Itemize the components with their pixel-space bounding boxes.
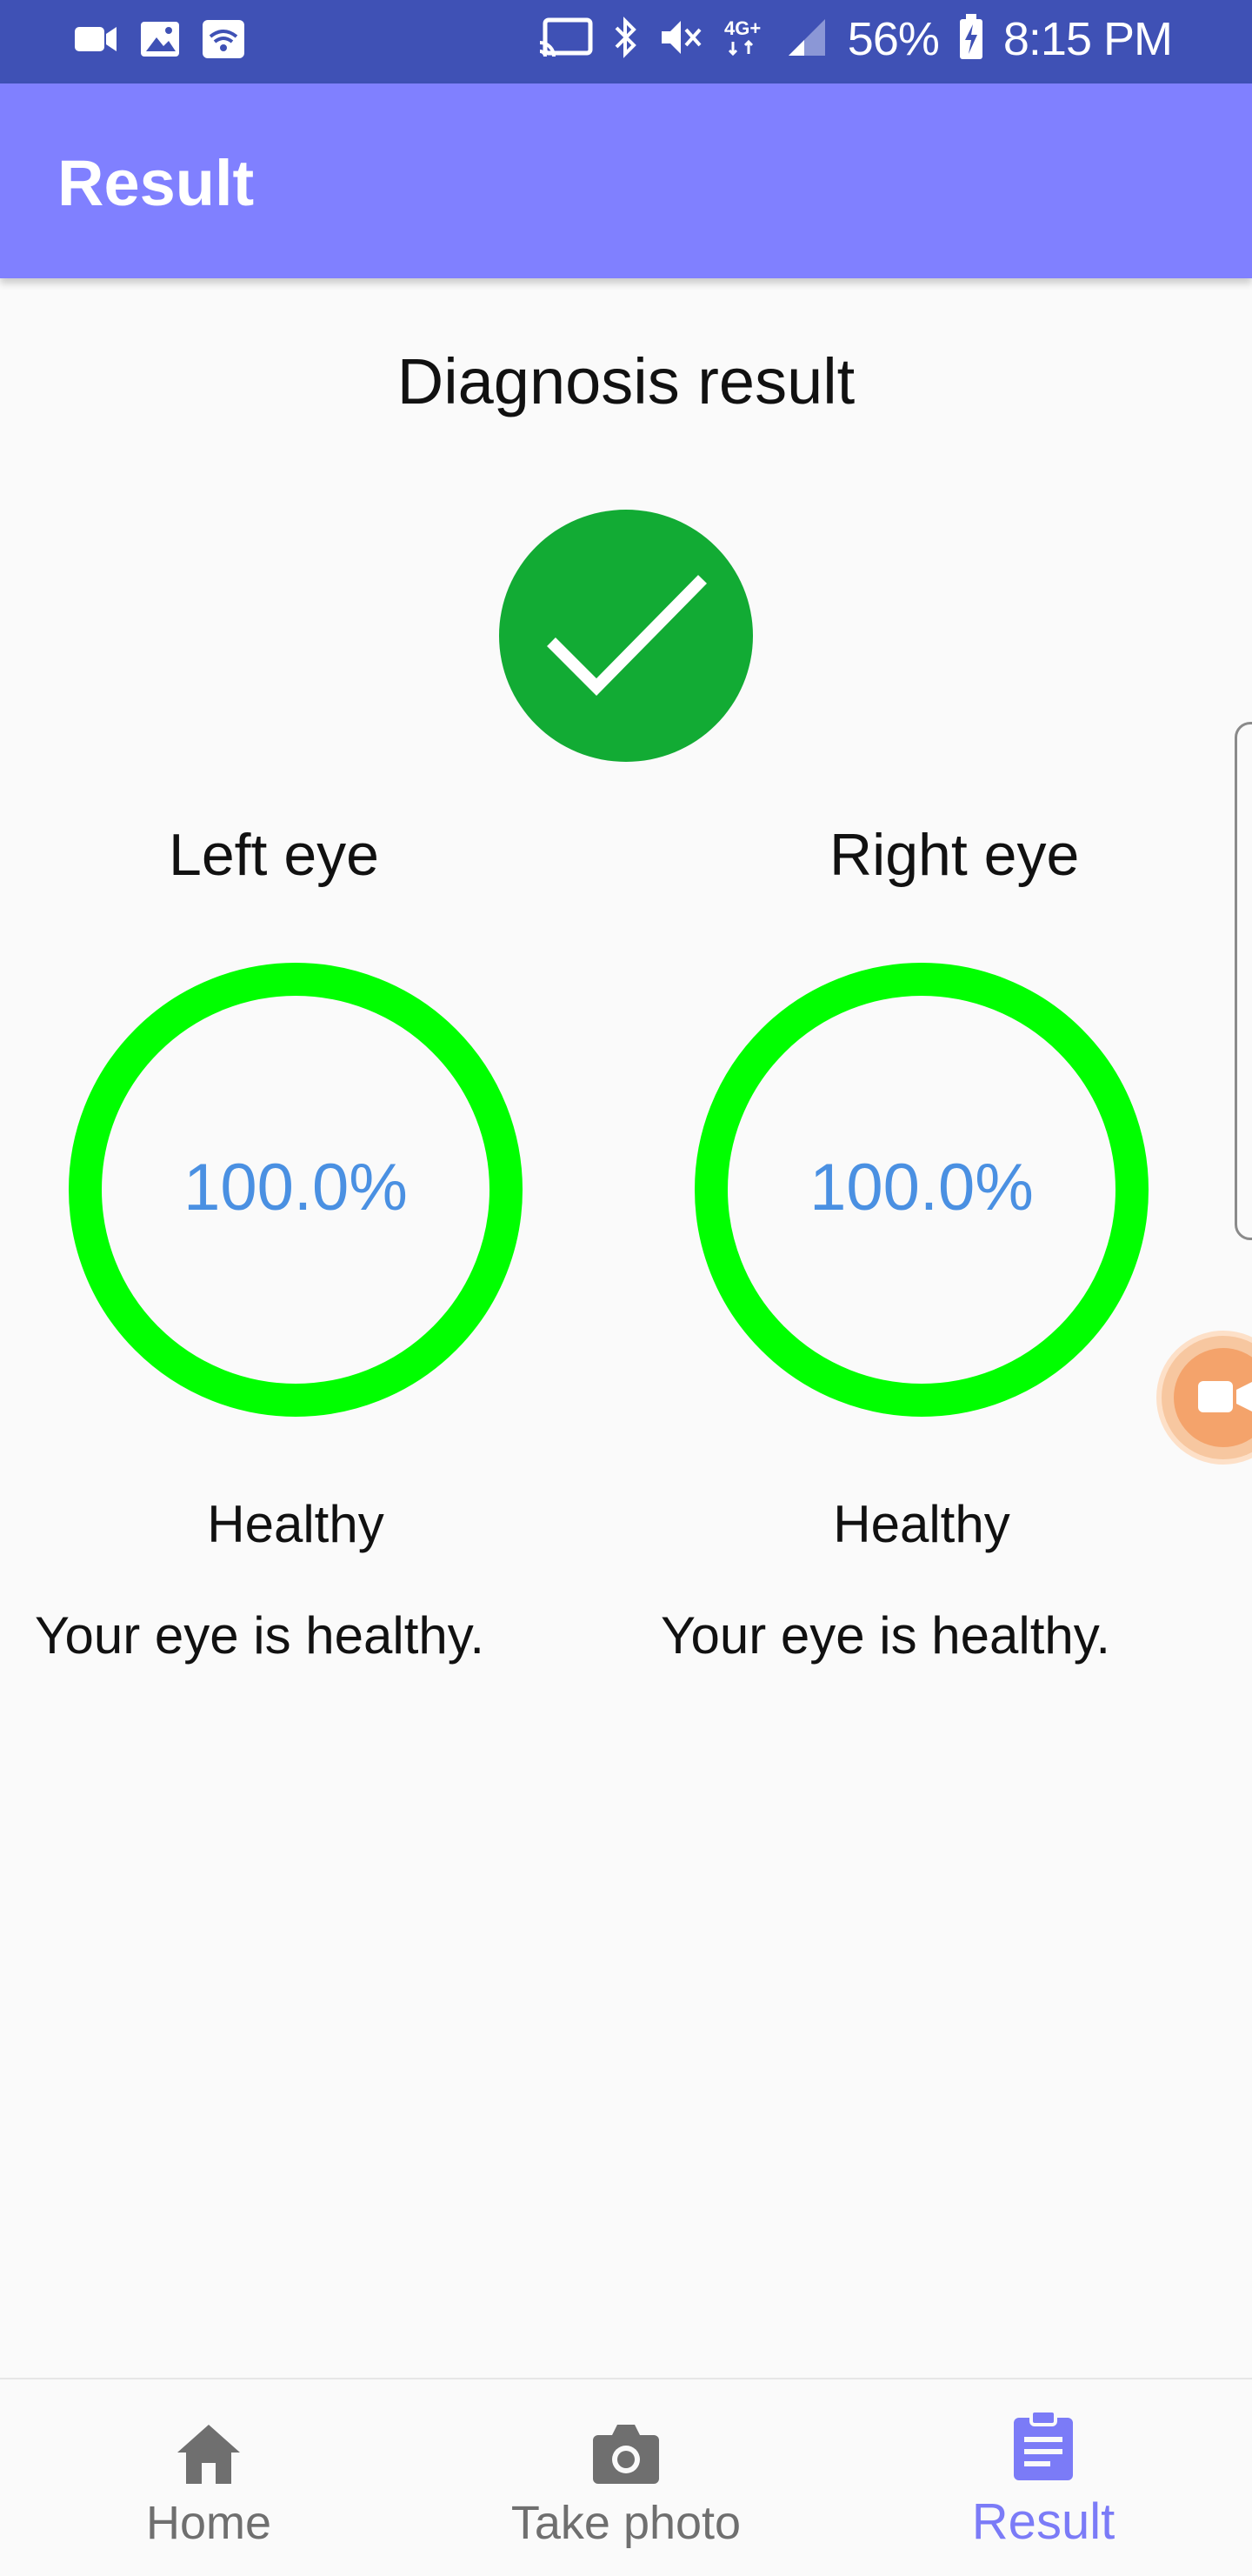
right-eye-label: Right eye: [829, 822, 1080, 888]
camera-icon: [593, 2425, 659, 2484]
nav-result[interactable]: Result: [835, 2379, 1252, 2576]
status-left-icons: [73, 19, 245, 63]
left-eye-label: Left eye: [169, 822, 379, 888]
svg-text:4G+: 4G+: [724, 17, 761, 39]
page-title: Result: [57, 147, 255, 219]
right-eye-percent: 100.0%: [809, 1151, 1034, 1225]
home-icon: [177, 2425, 240, 2484]
diagnosis-title: Diagnosis result: [396, 345, 856, 417]
network-4g-icon: 4G+: [723, 16, 766, 63]
floating-recorder-button[interactable]: [1162, 1336, 1252, 1459]
bottom-navigation: Home Take photo Result: [0, 2378, 1252, 2576]
cast-icon: [538, 17, 594, 63]
left-eye-percent: 100.0%: [183, 1151, 408, 1225]
nav-home-label: Home: [145, 2497, 272, 2549]
clipboard-icon: [1014, 2409, 1073, 2480]
right-eye-description: Your eye is healthy.: [661, 1606, 1111, 1665]
wifi-hotspot-icon: [202, 19, 245, 63]
nav-result-label: Result: [971, 2493, 1115, 2550]
left-eye-description: Your eye is healthy.: [35, 1606, 485, 1665]
mute-icon: [658, 16, 703, 63]
status-right-icons: 4G+ 56% 8:15 PM: [538, 12, 1173, 66]
check-icon: [547, 575, 707, 696]
bluetooth-icon: [613, 16, 639, 63]
battery-charging-icon: [958, 13, 984, 65]
diagnosis-status-badge: [499, 510, 753, 762]
clock: 8:15 PM: [1002, 13, 1173, 65]
left-eye-status: Healthy: [207, 1495, 384, 1553]
battery-percent: 56%: [847, 13, 940, 65]
image-icon: [139, 20, 181, 63]
video-camera-icon: [1198, 1381, 1252, 1412]
nav-home[interactable]: Home: [0, 2379, 417, 2576]
right-eye-status: Healthy: [833, 1495, 1010, 1553]
app-bar: Result: [0, 83, 1252, 278]
nav-take-photo[interactable]: Take photo: [417, 2379, 835, 2576]
nav-take-photo-label: Take photo: [510, 2497, 742, 2549]
status-bar: 4G+ 56% 8:15 PM: [0, 0, 1252, 83]
signal-icon: [785, 16, 829, 63]
video-camera-icon: [73, 22, 118, 61]
edge-panel-handle[interactable]: [1235, 722, 1252, 1240]
